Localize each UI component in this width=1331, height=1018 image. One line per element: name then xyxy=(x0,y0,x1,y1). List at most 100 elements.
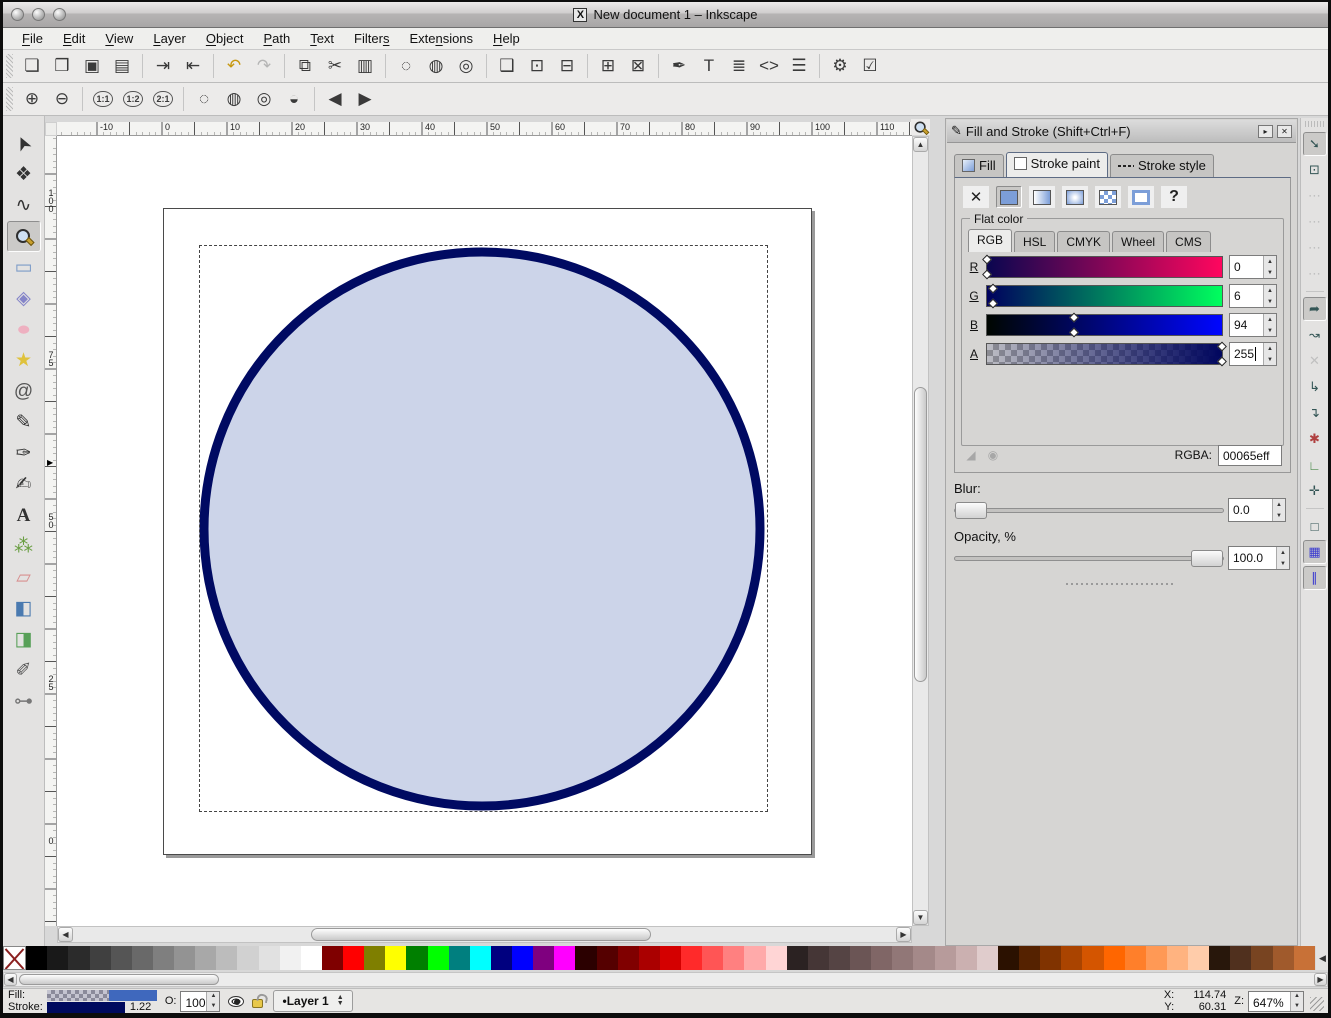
zoom-spinbox[interactable]: 647% ▲▼ xyxy=(1248,991,1304,1012)
palette-swatch[interactable] xyxy=(111,946,132,970)
palette-swatch[interactable] xyxy=(132,946,153,970)
rectangle-tool[interactable]: ▭ xyxy=(7,252,41,283)
star-tool[interactable]: ★ xyxy=(7,345,41,376)
palette-swatch[interactable] xyxy=(90,946,111,970)
copy-button[interactable]: ⧉ xyxy=(290,52,320,80)
palette-swatch[interactable] xyxy=(723,946,744,970)
palette-swatch[interactable] xyxy=(660,946,681,970)
fill-color-swatch[interactable] xyxy=(47,990,157,1001)
node-tool[interactable]: ❖ xyxy=(7,159,41,190)
palette-swatch[interactable] xyxy=(491,946,512,970)
document-new-button[interactable]: ❏ xyxy=(17,52,47,80)
canvas[interactable] xyxy=(57,136,912,926)
zoom-to-drawing-button[interactable]: ◍ xyxy=(421,52,451,80)
window-resize-grip[interactable] xyxy=(1310,997,1324,1011)
palette-swatch[interactable] xyxy=(512,946,533,970)
tab-stroke-paint[interactable]: Stroke paint xyxy=(1006,152,1108,177)
snap-line-midpoints-button[interactable]: ∟ xyxy=(1303,453,1327,477)
zoom-page-button[interactable]: ◎ xyxy=(249,85,279,113)
a-slider[interactable] xyxy=(986,343,1223,365)
dropper-tool[interactable]: ✐ xyxy=(7,655,41,686)
palette-swatch[interactable] xyxy=(1251,946,1272,970)
menu-extensions[interactable]: Extensions xyxy=(400,29,482,48)
tab-fill[interactable]: Fill xyxy=(954,154,1004,177)
palette-scrollbar[interactable]: ◀ ▶ xyxy=(3,972,1328,987)
horizontal-scroll-thumb[interactable] xyxy=(311,928,651,941)
palette-swatch[interactable] xyxy=(301,946,322,970)
spray-tool[interactable]: ⁂ xyxy=(7,531,41,562)
snap-guides-button[interactable]: ∥ xyxy=(1303,566,1327,590)
duplicate-button[interactable]: ❑ xyxy=(492,52,522,80)
tab-stroke-style[interactable]: Stroke style xyxy=(1110,154,1214,177)
zoom-2-1-button[interactable]: 2:1 xyxy=(148,85,178,113)
colortab-cmyk[interactable]: CMYK xyxy=(1057,231,1110,252)
horizontal-scrollbar[interactable]: ◀ ▶ xyxy=(57,926,912,943)
palette-swatch[interactable] xyxy=(322,946,343,970)
palette-swatch[interactable] xyxy=(364,946,385,970)
tweak-tool[interactable]: ∿ xyxy=(7,190,41,221)
zoom-1-1-button[interactable]: 1:1 xyxy=(88,85,118,113)
zoom-selection-button[interactable]: ◌ xyxy=(189,85,219,113)
snap-cusp-nodes-button[interactable]: ↳ xyxy=(1303,375,1327,399)
palette-swatch[interactable] xyxy=(977,946,998,970)
eyedropper-icon[interactable]: ◢ xyxy=(963,447,979,463)
palette-swatch[interactable] xyxy=(1294,946,1315,970)
snap-enable-button[interactable]: ➘ xyxy=(1303,132,1327,156)
zoom-tool[interactable] xyxy=(7,221,41,252)
spiral-tool[interactable]: @ xyxy=(7,376,41,407)
palette-swatch[interactable] xyxy=(406,946,427,970)
slider-marker[interactable] xyxy=(1217,342,1227,352)
paint-bucket-tool[interactable]: ◧ xyxy=(7,593,41,624)
menu-filters[interactable]: Filters xyxy=(345,29,398,48)
panel-header[interactable]: ✎ Fill and Stroke (Shift+Ctrl+F) ▸ ✕ xyxy=(947,120,1296,143)
document-save-button[interactable]: ▣ xyxy=(77,52,107,80)
import-button[interactable]: ⇥ xyxy=(148,52,178,80)
toolbar-grip[interactable] xyxy=(1305,121,1325,127)
palette-swatch[interactable] xyxy=(1019,946,1040,970)
spin-arrows[interactable]: ▲▼ xyxy=(1263,314,1276,336)
layer-selector[interactable]: •Layer 1 ▲▼ xyxy=(273,990,352,1012)
opacity-slider-thumb[interactable] xyxy=(1191,550,1223,567)
snap-nodes-button[interactable]: ➦ xyxy=(1303,297,1327,321)
blur-slider[interactable] xyxy=(954,501,1224,519)
menu-edit[interactable]: Edit xyxy=(54,29,94,48)
palette-swatch[interactable] xyxy=(575,946,596,970)
palette-swatch[interactable] xyxy=(343,946,364,970)
layer-lock-toggle[interactable] xyxy=(252,999,263,1008)
zoom-out-button[interactable]: ⊖ xyxy=(47,85,77,113)
scroll-right-arrow[interactable]: ▶ xyxy=(1314,973,1327,986)
menu-file[interactable]: File xyxy=(13,29,52,48)
slider-marker[interactable] xyxy=(1217,357,1227,367)
slider-marker[interactable] xyxy=(988,284,998,294)
menu-view[interactable]: View xyxy=(96,29,142,48)
unlink-clone-button[interactable]: ⊟ xyxy=(552,52,582,80)
spin-arrows[interactable]: ▲▼ xyxy=(1272,499,1285,521)
menu-text[interactable]: Text xyxy=(301,29,343,48)
menu-path[interactable]: Path xyxy=(254,29,299,48)
palette-swatch[interactable] xyxy=(1209,946,1230,970)
cut-button[interactable]: ✂ xyxy=(320,52,350,80)
scroll-up-arrow[interactable]: ▲ xyxy=(913,137,928,152)
palette-swatch[interactable] xyxy=(1273,946,1294,970)
paste-button[interactable]: ▥ xyxy=(350,52,380,80)
xml-editor-button[interactable]: <> xyxy=(754,52,784,80)
snap-paths-button[interactable]: ↝ xyxy=(1303,323,1327,347)
zoom-previous-button[interactable]: ◀ xyxy=(320,85,350,113)
calligraphy-tool[interactable]: ✍ xyxy=(7,469,41,500)
palette-swatch[interactable] xyxy=(998,946,1019,970)
blur-slider-thumb[interactable] xyxy=(955,502,987,519)
toolbar-grip[interactable] xyxy=(6,54,13,78)
ellipse-tool[interactable]: ● xyxy=(7,314,41,345)
palette-swatch[interactable] xyxy=(237,946,258,970)
export-button[interactable]: ⇤ xyxy=(178,52,208,80)
layer-visibility-toggle[interactable] xyxy=(228,996,244,1007)
zoom-drawing-button[interactable]: ◍ xyxy=(219,85,249,113)
scroll-left-arrow[interactable]: ◀ xyxy=(4,973,17,986)
palette-swatch[interactable] xyxy=(554,946,575,970)
snap-midpoints-button[interactable]: ✱ xyxy=(1303,427,1327,451)
palette-swatch-none[interactable] xyxy=(3,946,26,970)
paint-swatch-button[interactable] xyxy=(1128,186,1154,208)
palette-swatch[interactable] xyxy=(259,946,280,970)
menu-layer[interactable]: Layer xyxy=(144,29,195,48)
eraser-tool[interactable]: ▱ xyxy=(7,562,41,593)
